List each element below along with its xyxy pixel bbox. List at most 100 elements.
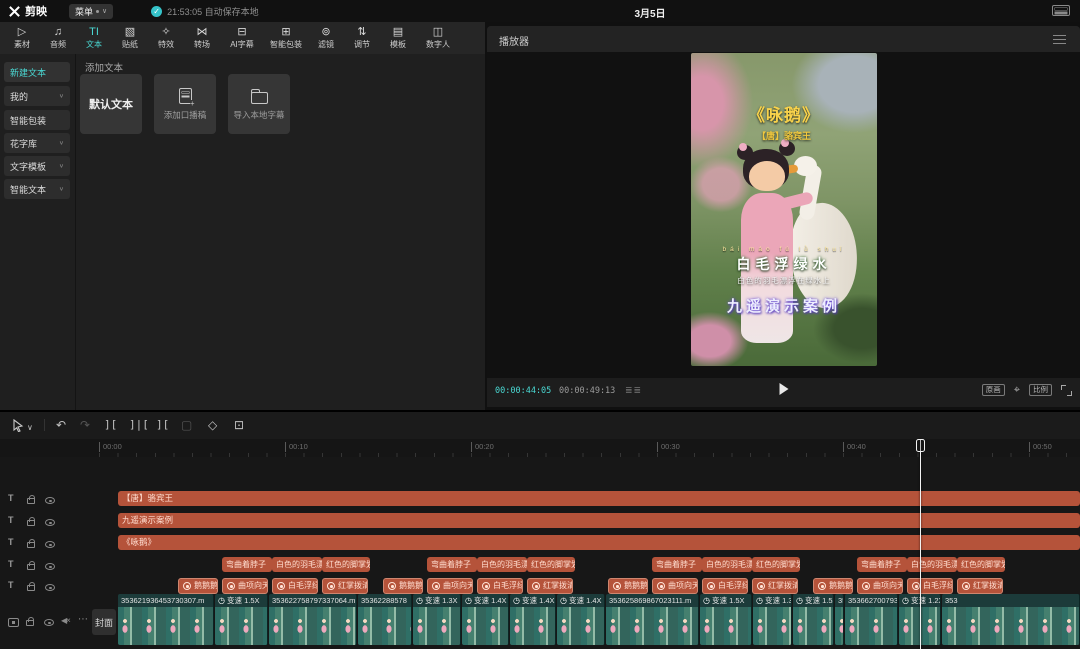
poem-text-clip[interactable]: 白毛浮绿水 [907,578,953,594]
subtitle-clip[interactable]: 白色的羽毛漂浮 [907,557,957,572]
poem-text-clip[interactable]: 曲项向天歌 [857,578,903,594]
sidebar-item-智能包装[interactable]: 智能包装 [4,110,70,130]
poem-text-clip[interactable]: 鹅鹅鹅 [383,578,423,594]
poem-text-clip[interactable]: 曲项向天歌 [652,578,698,594]
poem-text-clip[interactable]: 白毛浮绿水 [477,578,523,594]
poem-text-clip[interactable]: 白毛浮绿水 [702,578,748,594]
toolbar-item-模板[interactable]: ▤模板 [380,26,416,50]
subtitle-clip[interactable]: 白色的羽毛漂浮 [272,557,322,572]
sidebar-item-新建文本[interactable]: 新建文本 [4,62,70,82]
subtitle-clip[interactable]: 红色的脚掌划动 [957,557,1005,572]
video-clip[interactable]: 353662700793620600.m [845,594,898,645]
video-clip[interactable]: ◷变速 1.4X [510,594,556,645]
eye-visibility-icon[interactable] [44,619,54,626]
lock-icon[interactable] [26,620,34,626]
select-cursor-icon[interactable] [12,419,24,432]
video-clip[interactable]: ◷变速 1.5X [700,594,752,645]
poem-text-clip[interactable]: 红掌拨清波 [322,578,368,594]
sidebar-item-智能文本[interactable]: 智能文本∨ [4,179,70,199]
poem-text-clip[interactable]: 红掌拨清波 [752,578,798,594]
subtitle-list-icon[interactable]: ≣≣ [625,385,642,396]
poem-text-clip[interactable]: 鹅鹅鹅 [813,578,853,594]
lock-icon[interactable] [27,542,35,548]
mask-icon[interactable]: ◇ [208,418,217,432]
lock-icon[interactable] [27,520,35,526]
video-clip[interactable]: 353 [942,594,1080,645]
text-track-clip[interactable]: 九遥演示案例 [118,513,1080,528]
fit-focus-icon[interactable]: ⌖ [1014,385,1020,396]
subtitle-clip[interactable]: 红色的脚掌划动 [322,557,370,572]
playhead-handle[interactable] [916,439,925,452]
video-clip[interactable]: 353621936453730307.m [118,594,214,645]
video-clip[interactable]: ◷变速 1.4X [557,594,605,645]
lock-icon[interactable] [27,585,35,591]
poem-text-clip[interactable]: 鹅鹅鹅 [608,578,648,594]
toolbar-item-素材[interactable]: ▷素材 [4,26,40,50]
video-clip[interactable]: ◷变速 1.3X [413,594,461,645]
text-track-clip[interactable]: 【唐】骆宾王 [118,491,1080,506]
poem-text-clip[interactable]: 曲项向天歌 [427,578,473,594]
subtitle-clip[interactable]: 弯曲着脖子 [427,557,477,572]
mute-icon[interactable]: ◀× [61,616,70,625]
quality-badge[interactable]: 原画 [982,384,1005,396]
poem-text-clip[interactable]: 曲项向天歌 [222,578,268,594]
toolbar-item-文本[interactable]: TI文本 [76,26,112,50]
text-track-clip[interactable]: 《咏鹅》 [118,535,1080,550]
lock-icon[interactable] [27,498,35,504]
split-left-icon[interactable]: ][ [104,418,117,432]
import-subtitle-card[interactable]: 导入本地字幕 [228,74,290,134]
toolbar-item-智能包装[interactable]: ⊞智能包装 [264,26,308,50]
split-icon[interactable]: ]|[ [129,418,149,432]
sidebar-item-文字模板[interactable]: 文字模板∨ [4,156,70,176]
player-menu-icon[interactable] [1053,35,1066,44]
toolbar-item-贴纸[interactable]: ▧贴纸 [112,26,148,50]
split-right-icon[interactable]: ][ [156,418,169,432]
default-text-card[interactable]: 默认文本 [80,74,142,134]
video-clip[interactable]: 35362288578 [358,594,412,645]
ratio-badge[interactable]: 比例 [1029,384,1052,396]
chevron-down-icon[interactable]: ∨ [27,421,33,435]
poem-text-clip[interactable]: 红掌拨清波 [527,578,573,594]
poem-text-clip[interactable]: 白毛浮绿水 [272,578,318,594]
subtitle-clip[interactable]: 红色的脚掌划动 [752,557,800,572]
eye-visibility-icon[interactable] [45,584,55,591]
toolbar-item-数字人[interactable]: ◫数字人 [416,26,460,50]
crop-icon[interactable]: ⊡ [234,418,244,432]
poem-text-clip[interactable]: 红掌拨清波 [957,578,1003,594]
video-clip[interactable]: ◷变速 1.4X [462,594,509,645]
video-clip[interactable]: 353625869867023111.m [606,594,699,645]
menu-button[interactable]: 菜单 ∨ [69,4,113,19]
subtitle-clip[interactable]: 白色的羽毛漂浮 [702,557,752,572]
play-button[interactable] [779,383,788,395]
cover-button[interactable]: 封面 [92,609,116,635]
poem-text-clip[interactable]: 鹅鹅鹅 [178,578,218,594]
toolbar-item-转场[interactable]: ⋈转场 [184,26,220,50]
keyboard-shortcut-icon[interactable] [1052,5,1070,16]
subtitle-clip[interactable]: 弯曲着脖子 [652,557,702,572]
toolbar-item-AI字幕[interactable]: ⊟AI字幕 [220,26,264,50]
fullscreen-icon[interactable] [1061,385,1072,396]
delete-icon[interactable]: ▢ [181,418,192,432]
sidebar-item-花字库[interactable]: 花字库∨ [4,133,70,153]
playhead[interactable] [920,439,921,649]
subtitle-clip[interactable]: 弯曲着脖子 [222,557,272,572]
video-clip[interactable]: 353622758797337064.m [269,594,357,645]
subtitle-clip[interactable]: 红色的脚掌划动 [527,557,575,572]
video-clip[interactable]: ◷变速 1.3 [753,594,792,645]
subtitle-clip[interactable]: 弯曲着脖子 [857,557,907,572]
video-clip[interactable]: ◷变速 1.5X [793,594,834,645]
toolbar-item-音频[interactable]: ♫音频 [40,26,76,50]
eye-visibility-icon[interactable] [45,497,55,504]
undo-icon[interactable]: ↶ [56,418,66,432]
video-clip[interactable]: ◷变速 1.5X [215,594,268,645]
add-script-card[interactable]: 添加口播稿 [154,74,216,134]
toolbar-item-调节[interactable]: ⇅调节 [344,26,380,50]
sidebar-item-我的[interactable]: 我的∨ [4,86,70,106]
eye-visibility-icon[interactable] [45,519,55,526]
video-clip[interactable]: 35 [835,594,844,645]
video-preview[interactable]: 《咏鹅》 【唐】骆宾王 bái máo fú lǜ shuǐ 白毛浮绿水 白色的… [691,53,877,366]
subtitle-clip[interactable]: 白色的羽毛漂浮 [477,557,527,572]
eye-visibility-icon[interactable] [45,563,55,570]
lock-icon[interactable] [27,564,35,570]
more-options-icon[interactable]: ⋯ [78,614,88,625]
